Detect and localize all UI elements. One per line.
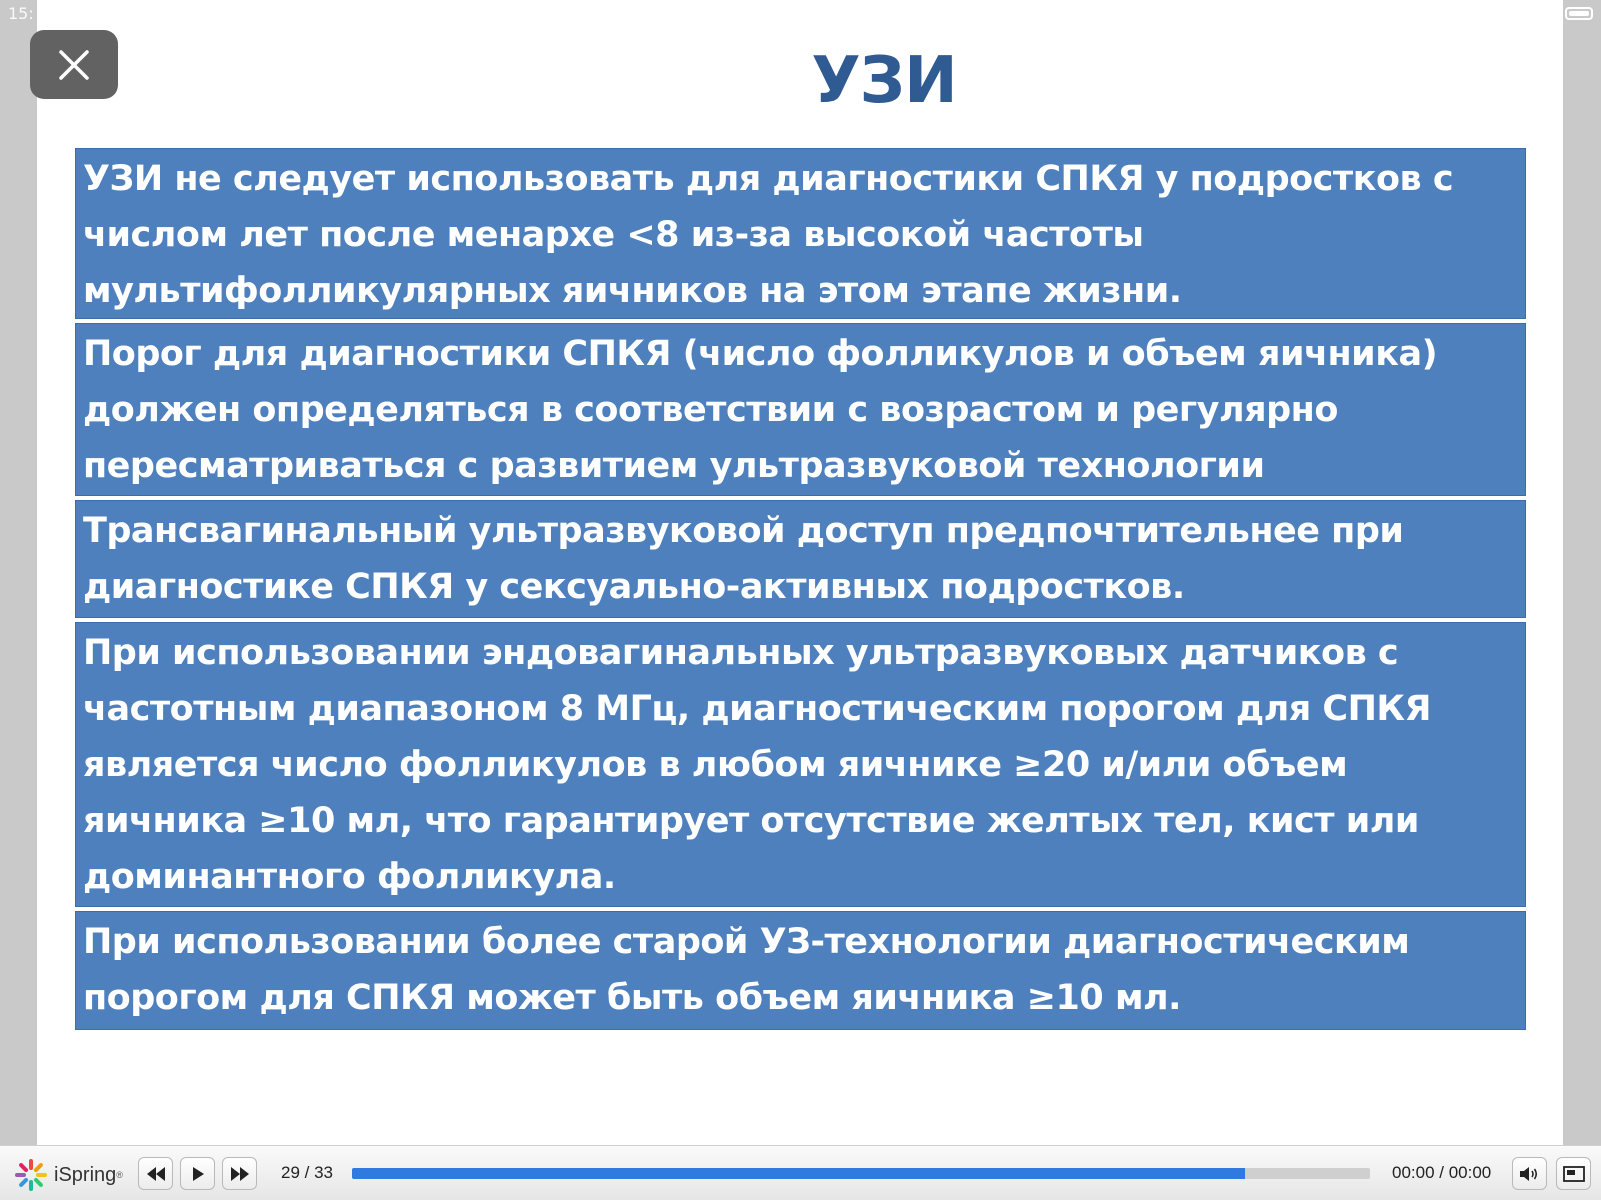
previous-slide-button[interactable]	[138, 1157, 173, 1190]
rewind-icon	[146, 1166, 165, 1181]
slide-counter: 29 / 33	[281, 1163, 333, 1182]
progress-fill	[352, 1168, 1245, 1179]
box-line: числом лет после менархе <8 из-за высоко…	[83, 215, 1144, 255]
box-line: Порог для диагностики СПКЯ (число фоллик…	[83, 334, 1438, 374]
volume-button[interactable]	[1512, 1157, 1547, 1190]
content-box: При использовании эндовагинальных ультра…	[76, 623, 1525, 906]
ispring-logo: iSpring ®	[14, 1158, 123, 1192]
time-display: 00:00 / 00:00	[1392, 1163, 1492, 1182]
play-icon	[192, 1166, 204, 1181]
box-line: доминантного фолликула.	[83, 857, 616, 897]
fullscreen-button[interactable]	[1556, 1157, 1591, 1190]
box-line: яичника ≥10 мл, что гарантирует отсутств…	[83, 801, 1419, 841]
box-line: является число фолликулов в любом яичник…	[83, 745, 1348, 785]
box-line: частотным диапазоном 8 МГц, диагностичес…	[83, 689, 1431, 729]
player-toolbar: iSpring ® 29 / 33 00:00 / 00:00	[0, 1145, 1601, 1200]
status-bar-time: 15:	[8, 4, 34, 23]
content-box: УЗИ не следует использовать для диагност…	[76, 149, 1525, 318]
next-slide-button[interactable]	[222, 1157, 257, 1190]
logo-registered-mark: ®	[116, 1170, 123, 1180]
slide-title: УЗИ	[811, 44, 957, 118]
content-box: Трансвагинальный ультразвуковой доступ п…	[76, 501, 1525, 617]
battery-icon	[1565, 7, 1593, 20]
box-line: должен определяться в соответствии с воз…	[83, 390, 1338, 430]
box-line: При использовании более старой УЗ-технол…	[83, 922, 1410, 962]
box-line: Трансвагинальный ультразвуковой доступ п…	[83, 511, 1404, 551]
content-box: Порог для диагностики СПКЯ (число фоллик…	[76, 324, 1525, 495]
fast-forward-icon	[230, 1166, 249, 1181]
box-line: пересматриваться с развитием ультразвуко…	[83, 446, 1265, 486]
content-boxes: УЗИ не следует использовать для диагност…	[76, 149, 1525, 1035]
box-line: мультифолликулярных яичников на этом эта…	[83, 271, 1182, 311]
content-box: При использовании более старой УЗ-технол…	[76, 912, 1525, 1029]
box-line: диагностике СПКЯ у сексуально-активных п…	[83, 567, 1185, 607]
box-line: УЗИ не следует использовать для диагност…	[83, 159, 1454, 199]
box-line: порогом для СПКЯ может быть объем яичник…	[83, 978, 1181, 1018]
play-button[interactable]	[180, 1157, 215, 1190]
ispring-flower-icon	[15, 1159, 47, 1191]
logo-text: iSpring	[54, 1163, 117, 1186]
box-line: При использовании эндовагинальных ультра…	[83, 633, 1399, 673]
fullscreen-icon	[1562, 1165, 1585, 1182]
progress-slider[interactable]	[352, 1168, 1370, 1179]
volume-icon	[1519, 1166, 1537, 1181]
